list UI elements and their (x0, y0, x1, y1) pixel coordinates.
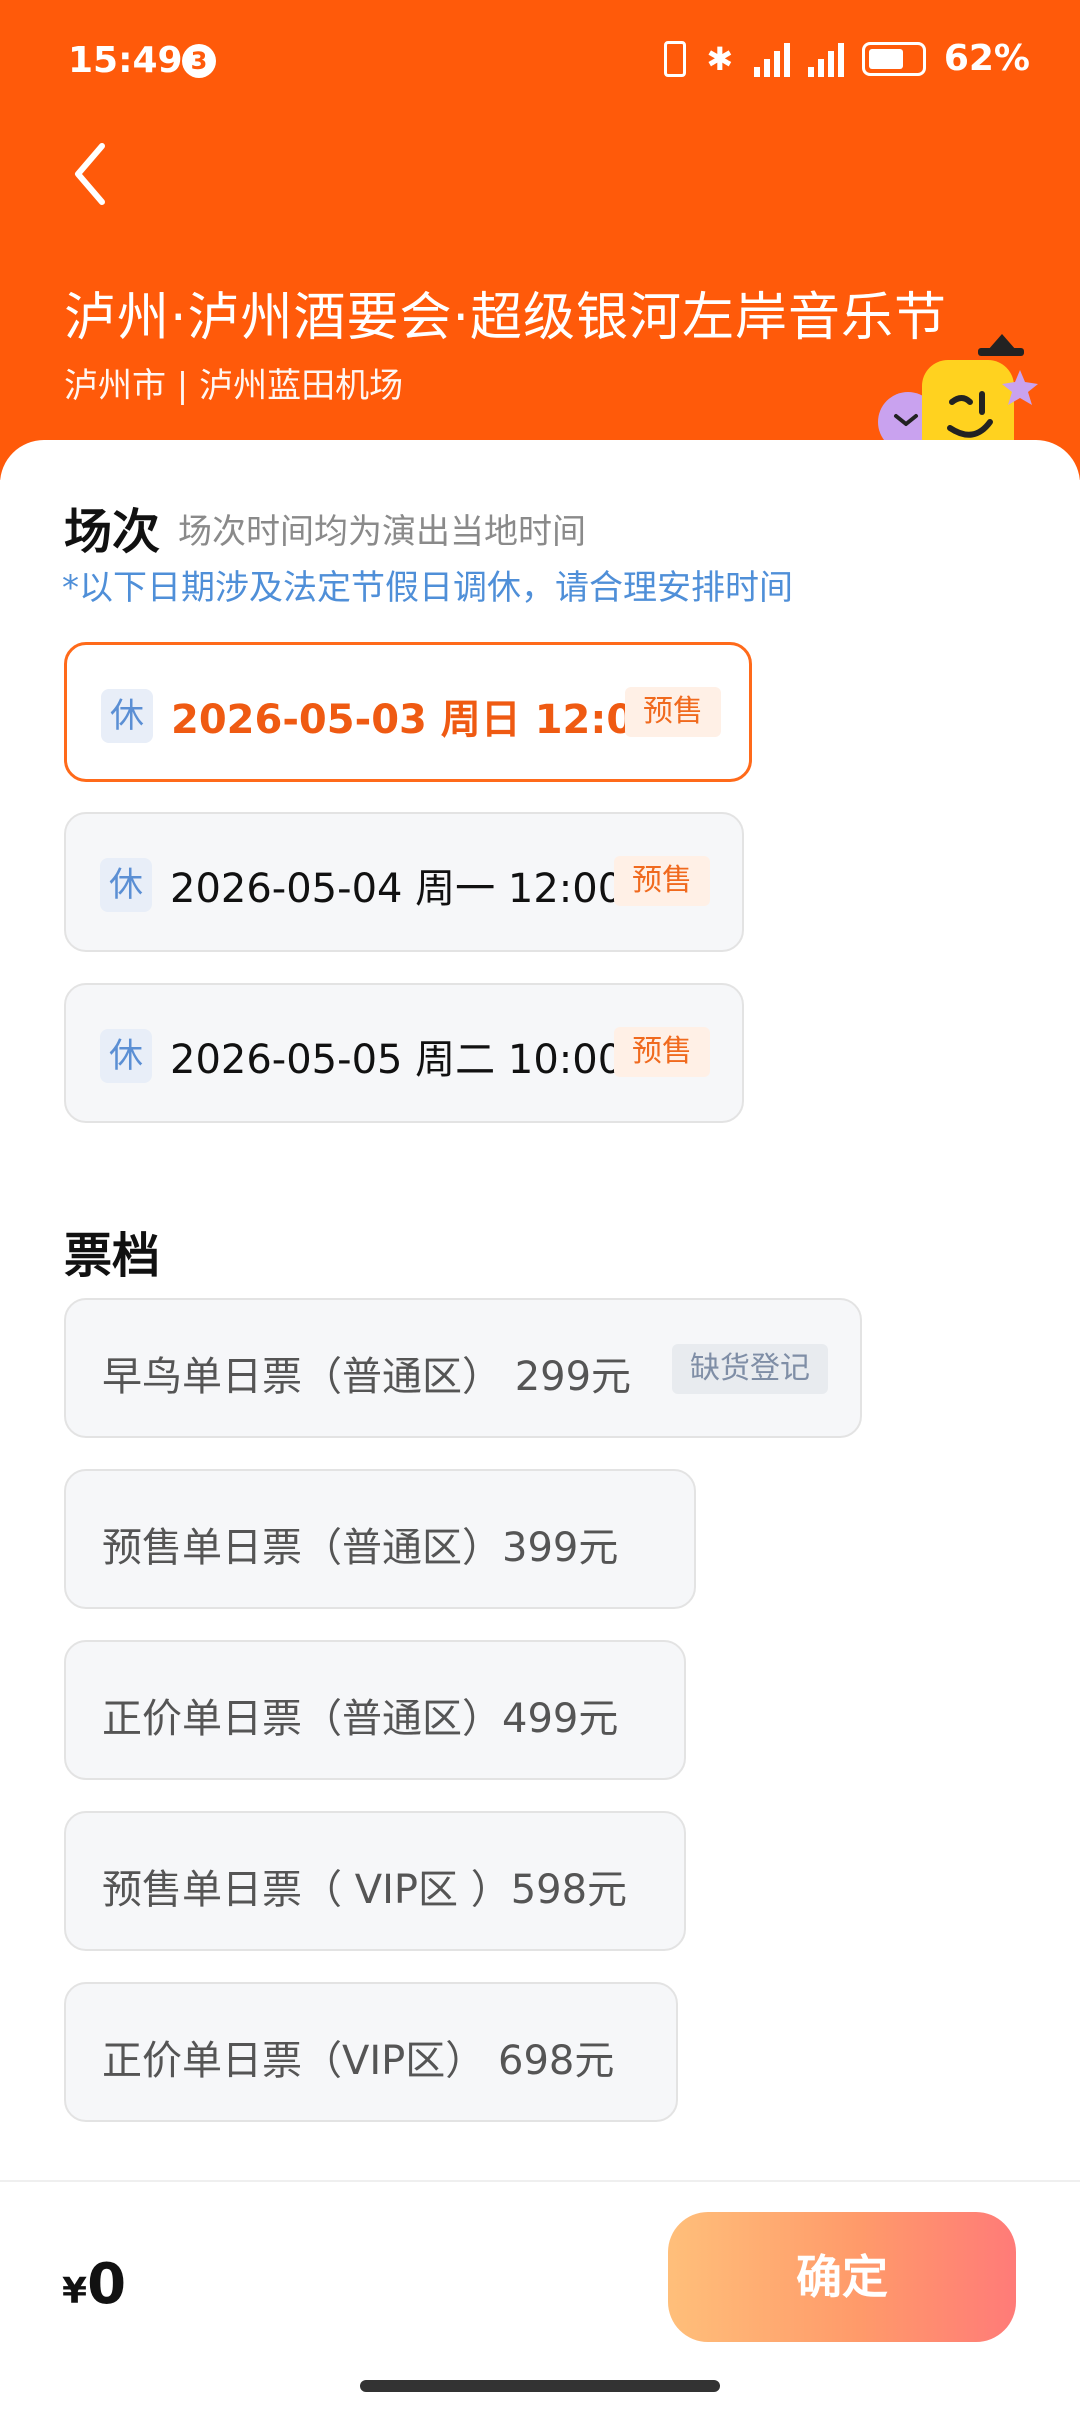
holiday-note: *以下日期涉及法定节假日调休，请合理安排时间 (62, 568, 793, 608)
session-datetime: 2026-05-04 周一 12:00 (170, 866, 624, 912)
checkout-footer: ¥0 确定 (0, 2180, 1080, 2414)
vibrate-icon (663, 40, 686, 77)
confirm-button[interactable]: 确定 (668, 2212, 1016, 2342)
ticket-option-presale-vip[interactable]: 预售单日票（ VIP区 ）598元 (64, 1811, 686, 1951)
ticket-label: 正价单日票（普通区）499元 (102, 1696, 619, 1742)
presale-badge: 预售 (614, 1027, 710, 1077)
status-time: 15:49 (68, 40, 183, 81)
session-option-0503[interactable]: 休 2026-05-03 周日 12:00 预售 (64, 642, 752, 782)
ticket-option-early-bird[interactable]: 早鸟单日票（普通区） 299元 缺货登记 (64, 1298, 862, 1438)
presale-badge: 预售 (614, 856, 710, 906)
rest-day-tag: 休 (101, 689, 153, 743)
event-location: 泸州市 | 泸州蓝田机场 (64, 366, 404, 406)
event-title: 泸州·泸州酒要会·超级银河左岸音乐节 (64, 288, 948, 348)
total-price: ¥0 (62, 2252, 126, 2317)
ticket-label: 正价单日票（VIP区） 698元 (102, 2038, 615, 2084)
ticket-label: 预售单日票（ VIP区 ）598元 (102, 1867, 628, 1913)
sessions-subtitle: 场次时间均为演出当地时间 (178, 512, 586, 552)
ticket-option-regular-general[interactable]: 正价单日票（普通区）499元 (64, 1640, 686, 1780)
status-bar: 15:49 3 ✱ 62% (0, 0, 1080, 125)
bluetooth-icon: ✱ (706, 39, 734, 78)
ticket-label: 早鸟单日票（普通区） 299元 (102, 1354, 632, 1400)
session-option-0504[interactable]: 休 2026-05-04 周一 12:00 预售 (64, 812, 744, 952)
battery-percent: 62% (943, 38, 1030, 79)
notification-badge: 3 (182, 44, 216, 78)
ticket-option-presale-general[interactable]: 预售单日票（普通区）399元 (64, 1469, 696, 1609)
rest-day-tag: 休 (100, 1029, 152, 1083)
ticket-label: 预售单日票（普通区）399元 (102, 1525, 619, 1571)
sessions-title: 场次 (64, 504, 161, 560)
currency-symbol: ¥ (62, 2271, 88, 2312)
header: 15:49 3 ✱ 62% 泸州·泸州酒要会·超级银河左岸音乐节 泸州市 | 泸… (0, 0, 1080, 480)
session-datetime: 2026-05-05 周二 10:00 (170, 1037, 624, 1083)
presale-badge: 预售 (625, 687, 721, 737)
price-amount: 0 (87, 2252, 127, 2317)
signal-4g-icon (807, 41, 844, 77)
rest-day-tag: 休 (100, 858, 152, 912)
session-option-0505[interactable]: 休 2026-05-05 周二 10:00 预售 (64, 983, 744, 1123)
home-indicator[interactable] (360, 2380, 720, 2392)
tickets-title: 票档 (64, 1228, 161, 1284)
back-arrow-icon[interactable] (64, 138, 124, 210)
ticket-option-regular-vip[interactable]: 正价单日票（VIP区） 698元 (64, 1982, 678, 2122)
out-of-stock-register-badge[interactable]: 缺货登记 (672, 1344, 828, 1394)
battery-icon (861, 41, 926, 76)
session-datetime: 2026-05-03 周日 12:00 (171, 697, 663, 743)
status-icons: ✱ 62% (663, 38, 1030, 79)
signal-4g-icon (753, 41, 790, 77)
